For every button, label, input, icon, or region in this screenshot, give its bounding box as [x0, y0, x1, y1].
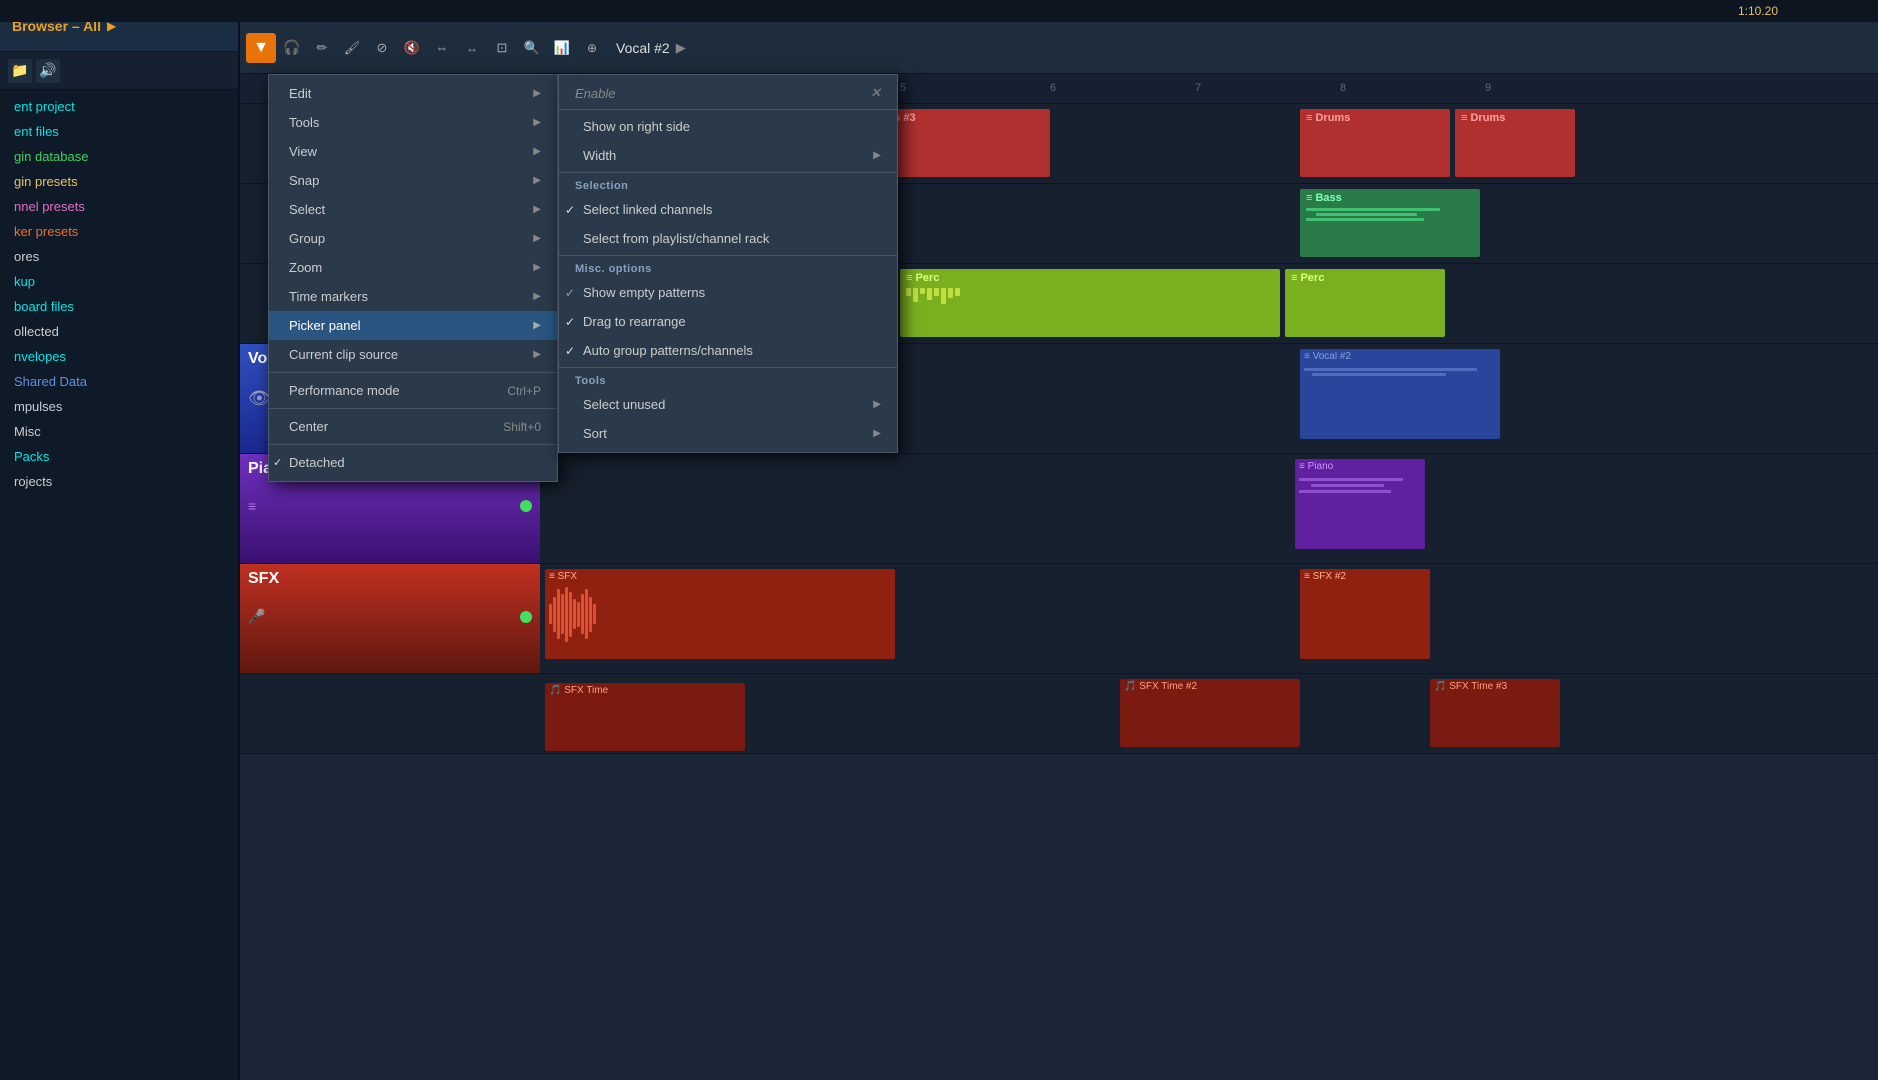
menu-tools-label: Tools: [289, 115, 319, 130]
menu-group-arrow: ▶: [533, 233, 541, 244]
submenu-select-unused-arrow: ▶: [873, 399, 881, 410]
submenu-auto-group-check: ✓: [565, 344, 575, 358]
app-container: 1:10.20 Browser – All ▶ 📁 🔊 ent project …: [0, 0, 1878, 1080]
context-menu-primary: Edit ▶ Tools ▶ View ▶ Snap ▶ Select ▶ Gr…: [268, 74, 558, 482]
submenu-width-arrow: ▶: [873, 150, 881, 161]
menu-time-markers-arrow: ▶: [533, 291, 541, 302]
context-menu-overlay: Edit ▶ Tools ▶ View ▶ Snap ▶ Select ▶ Gr…: [0, 0, 1878, 1080]
menu-zoom-label: Zoom: [289, 260, 322, 275]
submenu-sort-label: Sort: [583, 426, 607, 441]
submenu-separator-4: [559, 367, 897, 368]
submenu-show-empty-check: ✓: [565, 286, 575, 300]
submenu-drag-check: ✓: [565, 315, 575, 329]
menu-item-current-clip[interactable]: Current clip source ▶: [269, 340, 557, 369]
submenu-select-linked-label: Select linked channels: [583, 202, 712, 217]
submenu-enable-x: ✕: [870, 85, 881, 101]
menu-item-group[interactable]: Group ▶: [269, 224, 557, 253]
menu-perf-label: Performance mode: [289, 383, 400, 398]
submenu-item-width[interactable]: Width ▶: [559, 141, 897, 170]
submenu-separator-1: [559, 109, 897, 110]
menu-separator-3: [269, 444, 557, 445]
menu-current-clip-arrow: ▶: [533, 349, 541, 360]
submenu-width-label: Width: [583, 148, 616, 163]
menu-item-snap[interactable]: Snap ▶: [269, 166, 557, 195]
menu-item-performance-mode[interactable]: Performance mode Ctrl+P: [269, 376, 557, 405]
menu-perf-shortcut: Ctrl+P: [507, 384, 541, 398]
menu-edit-label: Edit: [289, 86, 311, 101]
submenu-item-sort[interactable]: Sort ▶: [559, 419, 897, 448]
menu-select-arrow: ▶: [533, 204, 541, 215]
submenu-item-show-right[interactable]: Show on right side: [559, 112, 897, 141]
submenu-section-tools: Tools: [559, 370, 897, 390]
submenu-separator-2: [559, 172, 897, 173]
menu-center-shortcut: Shift+0: [503, 420, 541, 434]
submenu-item-select-linked[interactable]: ✓ Select linked channels: [559, 195, 897, 224]
submenu-select-unused-label: Select unused: [583, 397, 665, 412]
submenu-show-empty-label: Show empty patterns: [583, 285, 705, 300]
submenu-enable-row[interactable]: Enable ✕: [559, 79, 897, 107]
submenu-select-linked-check: ✓: [565, 203, 575, 217]
menu-separator-1: [269, 372, 557, 373]
menu-picker-panel-label: Picker panel: [289, 318, 361, 333]
menu-edit-arrow: ▶: [533, 88, 541, 99]
menu-snap-arrow: ▶: [533, 175, 541, 186]
menu-separator-2: [269, 408, 557, 409]
submenu-section-selection: Selection: [559, 175, 897, 195]
menu-zoom-arrow: ▶: [533, 262, 541, 273]
menu-item-select[interactable]: Select ▶: [269, 195, 557, 224]
menu-view-arrow: ▶: [533, 146, 541, 157]
menu-item-time-markers[interactable]: Time markers ▶: [269, 282, 557, 311]
submenu-section-misc: Misc. options: [559, 258, 897, 278]
menu-detached-check: ✓: [273, 456, 282, 469]
menu-item-picker-panel[interactable]: Picker panel ▶: [269, 311, 557, 340]
menu-picker-panel-arrow: ▶: [533, 320, 541, 331]
submenu-item-select-from[interactable]: Select from playlist/channel rack: [559, 224, 897, 253]
menu-select-label: Select: [289, 202, 325, 217]
submenu-show-right-label: Show on right side: [583, 119, 690, 134]
submenu-separator-3: [559, 255, 897, 256]
menu-tools-arrow: ▶: [533, 117, 541, 128]
menu-item-view[interactable]: View ▶: [269, 137, 557, 166]
submenu-enable-label: Enable: [575, 86, 615, 101]
menu-detached-label: Detached: [289, 455, 345, 470]
menu-item-tools[interactable]: Tools ▶: [269, 108, 557, 137]
submenu-picker-panel: Enable ✕ Show on right side Width ▶ Sele…: [558, 74, 898, 453]
menu-item-detached[interactable]: ✓ Detached: [269, 448, 557, 477]
menu-item-edit[interactable]: Edit ▶: [269, 79, 557, 108]
submenu-item-select-unused[interactable]: Select unused ▶: [559, 390, 897, 419]
submenu-item-drag-rearrange[interactable]: ✓ Drag to rearrange: [559, 307, 897, 336]
menu-group-label: Group: [289, 231, 325, 246]
menu-time-markers-label: Time markers: [289, 289, 368, 304]
menu-center-label: Center: [289, 419, 328, 434]
menu-view-label: View: [289, 144, 317, 159]
submenu-item-show-empty[interactable]: ✓ Show empty patterns: [559, 278, 897, 307]
submenu-auto-group-label: Auto group patterns/channels: [583, 343, 753, 358]
menu-item-center[interactable]: Center Shift+0: [269, 412, 557, 441]
menu-item-zoom[interactable]: Zoom ▶: [269, 253, 557, 282]
menu-current-clip-label: Current clip source: [289, 347, 398, 362]
submenu-item-auto-group[interactable]: ✓ Auto group patterns/channels: [559, 336, 897, 365]
submenu-select-from-label: Select from playlist/channel rack: [583, 231, 769, 246]
menu-snap-label: Snap: [289, 173, 319, 188]
submenu-drag-label: Drag to rearrange: [583, 314, 686, 329]
submenu-sort-arrow: ▶: [873, 428, 881, 439]
